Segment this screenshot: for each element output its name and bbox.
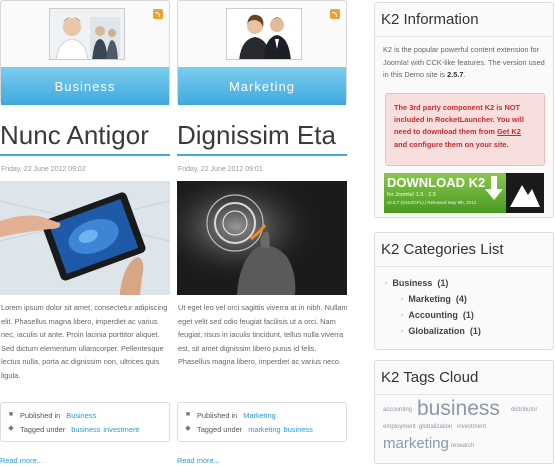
category-name[interactable]: Business: [392, 278, 432, 288]
tag-cloud: accounting business distributor employme…: [375, 395, 553, 465]
category-link[interactable]: Business: [66, 411, 96, 420]
article-title[interactable]: Nunc Antigor: [0, 120, 178, 150]
chevron-right-icon: ›: [401, 311, 404, 319]
folder-icon: ■: [8, 411, 14, 418]
tagged-label: Tagged under: [197, 424, 243, 434]
article-image[interactable]: [0, 181, 170, 295]
article-intro: Ut eget leo vel orci sagittis viverra at…: [178, 303, 348, 367]
tagged-label: Tagged under: [20, 424, 66, 434]
tag-icon: ◆: [185, 425, 191, 432]
read-more-link[interactable]: Read more...: [0, 456, 43, 465]
k2-warning-box: The 3rd party component K2 is NOT includ…: [385, 92, 545, 166]
article-image[interactable]: [177, 181, 347, 295]
banner-version: v2.5.7 (GNU/GPL) | Released May 9th, 201…: [387, 200, 477, 205]
tag-business[interactable]: business: [417, 397, 500, 421]
article-meta: ■ Published in Marketing ◆ Tagged under …: [177, 402, 347, 442]
tag-link[interactable]: business: [71, 425, 100, 434]
category-name[interactable]: Accounting: [408, 310, 458, 320]
title-divider: [177, 154, 347, 156]
category-count: (4): [455, 294, 467, 304]
tag-employment[interactable]: employment: [383, 424, 416, 430]
module-title: K2 Tags Cloud: [375, 361, 553, 395]
download-arrow-icon: [485, 176, 503, 200]
module-title: K2 Categories List: [375, 233, 553, 267]
category-count: (1): [437, 278, 449, 288]
article-intro: Lorem ipsum dolor sit amet, consectetur …: [1, 303, 168, 380]
title-divider: [0, 154, 170, 156]
tag-link[interactable]: marketing: [248, 425, 280, 434]
k2-categories-module: K2 Categories List › Business (1) › Mark…: [374, 232, 554, 350]
k2-tags-module: K2 Tags Cloud accounting business distri…: [374, 360, 554, 464]
category-header-marketing[interactable]: Marketing: [177, 0, 347, 105]
tagged-row: ◆ Tagged under business investment: [7, 422, 163, 436]
module-title: K2 Information: [375, 3, 553, 37]
chevron-right-icon: ›: [401, 327, 404, 335]
category-item-globalization[interactable]: › Globalization (1): [385, 323, 553, 339]
download-k2-banner[interactable]: DOWNLOAD K2 for Joomla! 1.5 - 2.5 v2.5.7…: [384, 173, 544, 213]
banner-green: DOWNLOAD K2 for Joomla! 1.5 - 2.5 v2.5.7…: [384, 173, 506, 213]
category-name[interactable]: Globalization: [408, 326, 465, 336]
article-date: Friday, 22 June 2012 09:02: [1, 166, 86, 173]
published-row: ■ Published in Marketing: [184, 408, 340, 422]
tag-research[interactable]: research: [451, 443, 474, 449]
chevron-right-icon: ›: [385, 279, 388, 287]
tag-investment[interactable]: investment: [457, 424, 486, 430]
published-label: Published in: [20, 410, 61, 420]
category-link[interactable]: Marketing: [243, 411, 275, 420]
read-more-link[interactable]: Read more...: [177, 456, 220, 465]
k2-information-module: K2 Information K2 is the popular powerfu…: [374, 2, 554, 218]
category-label[interactable]: Marketing: [178, 67, 346, 105]
k2-description: K2 is the popular powerful content exten…: [375, 37, 553, 89]
category-item-marketing[interactable]: › Marketing (4): [385, 291, 553, 307]
article-meta: ■ Published in Business ◆ Tagged under b…: [0, 402, 170, 442]
category-label[interactable]: Business: [1, 67, 169, 105]
tag-distributor[interactable]: distributor: [511, 407, 537, 413]
folder-icon: ■: [185, 411, 191, 418]
rss-icon[interactable]: [153, 9, 163, 19]
article-title[interactable]: Dignissim Eta: [177, 120, 355, 150]
category-item-business[interactable]: › Business (1): [385, 275, 553, 291]
category-header-business[interactable]: Business: [0, 0, 170, 105]
article-date: Friday, 22 June 2012 09:01: [178, 166, 263, 173]
tag-marketing[interactable]: marketing: [383, 435, 449, 452]
category-item-accounting[interactable]: › Accounting (1): [385, 307, 553, 323]
warning-text-end: and configure them on your site.: [394, 139, 509, 149]
category-list: › Business (1) › Marketing (4) › Account…: [375, 267, 553, 339]
tag-globalization[interactable]: globalization: [419, 424, 452, 430]
published-label: Published in: [197, 410, 238, 420]
k2-version: 2.5.7: [447, 70, 464, 79]
article-column-marketing: Marketing Dignissim Eta Friday, 22 June …: [177, 0, 348, 465]
tag-icon: ◆: [8, 425, 14, 432]
get-k2-link[interactable]: Get K2: [497, 127, 521, 136]
banner-subtitle: for Joomla! 1.5 - 2.5: [387, 192, 436, 198]
k2-description-end: .: [463, 70, 466, 79]
category-count: (1): [462, 310, 474, 320]
tag-accounting[interactable]: accounting: [383, 407, 412, 413]
category-count: (1): [469, 326, 481, 336]
category-image-marketing[interactable]: [226, 8, 302, 60]
tagged-row: ◆ Tagged under marketing business: [184, 422, 340, 436]
chevron-right-icon: ›: [401, 295, 404, 303]
category-image-business[interactable]: [49, 8, 125, 60]
banner-title: DOWNLOAD K2: [387, 175, 486, 190]
rss-icon[interactable]: [330, 9, 340, 19]
published-row: ■ Published in Business: [7, 408, 163, 422]
k2-logo: [506, 173, 544, 213]
tag-link[interactable]: investment: [103, 425, 139, 434]
category-name[interactable]: Marketing: [408, 294, 451, 304]
article-column-business: Business Nunc Antigor Friday, 22 June 20…: [0, 0, 170, 465]
tag-link[interactable]: business: [284, 425, 313, 434]
